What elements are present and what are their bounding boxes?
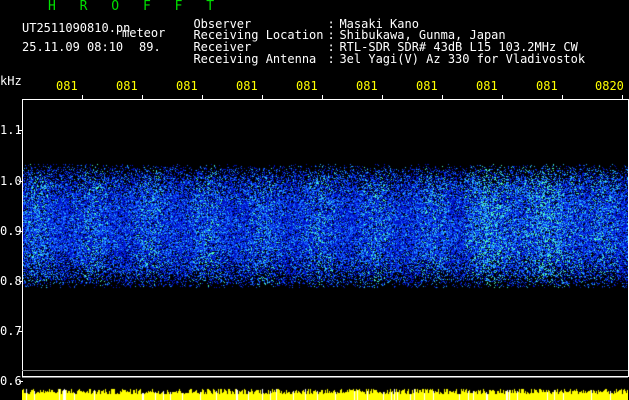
x-tick-label: 081 xyxy=(476,79,498,93)
y-tick-mark xyxy=(19,231,23,232)
x-tick-mark xyxy=(442,95,443,99)
y-tick-label: 0.6 xyxy=(0,374,22,388)
info-row-antenna: Receiving Antenna: 3el Yagi(V) Az 330 fo… xyxy=(193,52,586,66)
y-tick-label: 1.0 xyxy=(0,174,22,188)
y-tick-mark xyxy=(19,130,23,131)
x-tick-mark xyxy=(142,95,143,99)
x-tick-mark xyxy=(202,95,203,99)
y-tick-label: 0.8 xyxy=(0,274,22,288)
y-tick-mark xyxy=(19,331,23,332)
spectrogram-canvas xyxy=(23,100,628,376)
meteor-count: 89. xyxy=(139,40,161,54)
spectrogram-plot xyxy=(22,99,629,377)
x-tick-mark xyxy=(622,95,623,99)
x-tick-label: 081 xyxy=(56,79,78,93)
y-tick-label: 0.7 xyxy=(0,324,22,338)
x-tick-label: 081 xyxy=(356,79,378,93)
info-value: 3el Yagi(V) Az 330 for Vladivostok xyxy=(339,52,586,66)
y-tick-label: 0.9 xyxy=(0,224,22,238)
x-tick-mark xyxy=(382,95,383,99)
x-tick-label: 081 xyxy=(536,79,558,93)
x-tick-mark xyxy=(322,95,323,99)
y-tick-mark xyxy=(19,181,23,182)
x-tick-label: 081 xyxy=(176,79,198,93)
x-tick-mark xyxy=(262,95,263,99)
y-tick-mark xyxy=(19,381,23,382)
baseline-upper xyxy=(22,370,628,371)
meteor-tag: meteor xyxy=(122,26,166,40)
y-tick-label: 1.1 xyxy=(0,123,22,137)
baseline-lower xyxy=(22,377,628,378)
filename: UT2511090810.pn xyxy=(22,21,131,35)
y-tick-mark xyxy=(19,281,23,282)
info-key: Receiving Antenna xyxy=(193,52,317,66)
y-unit-label: kHz xyxy=(0,74,22,88)
x-tick-mark xyxy=(82,95,83,99)
x-tick-label: 0820 xyxy=(595,79,624,93)
x-tick-label: 081 xyxy=(416,79,438,93)
datetime: 25.11.09 08:10 xyxy=(22,40,124,54)
x-tick-label: 081 xyxy=(296,79,318,93)
x-tick-mark xyxy=(562,95,563,99)
x-tick-label: 081 xyxy=(116,79,138,93)
meteor-detection-strip xyxy=(22,388,628,400)
x-tick-mark xyxy=(502,95,503,99)
x-tick-label: 081 xyxy=(236,79,258,93)
